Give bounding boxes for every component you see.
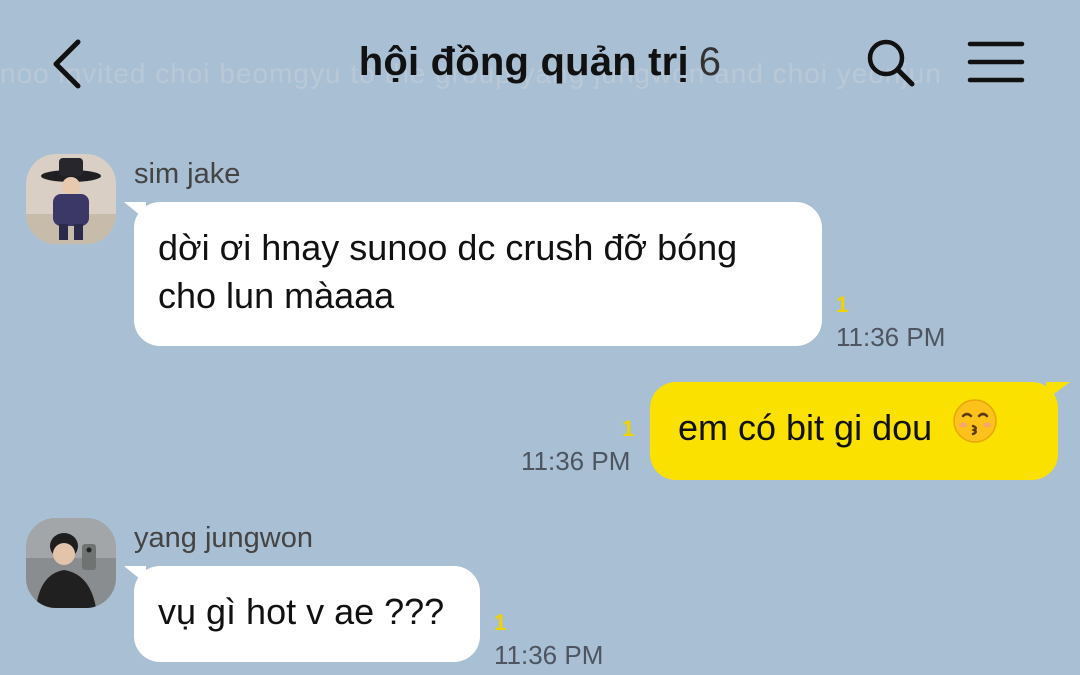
- menu-button[interactable]: [966, 38, 1026, 86]
- member-count: 6: [698, 40, 722, 84]
- avatar-photo: [26, 154, 116, 244]
- group-name: hội đồng quản trị: [358, 40, 689, 84]
- message-text: em có bit gi dou: [678, 407, 933, 448]
- message-time: 11:36 PM: [836, 322, 946, 352]
- avatar-photo: [26, 518, 116, 608]
- message-bubble-outgoing[interactable]: em có bit gi dou: [650, 382, 1070, 480]
- message-time: 11:36 PM: [521, 446, 631, 476]
- unread-count: 1: [622, 416, 635, 441]
- message-text-line: cho lun màaaa: [158, 275, 395, 316]
- sender-name: yang jungwon: [134, 522, 313, 554]
- message-text-line: dời ơi hnay sunoo dc crush đỡ bóng: [158, 227, 738, 268]
- message-bubble[interactable]: vụ gì hot v ae ???: [124, 566, 480, 662]
- avatar-sim-jake[interactable]: [26, 154, 116, 244]
- message-bubble[interactable]: dời ơi hnay sunoo dc crush đỡ bóng cho l…: [124, 202, 822, 346]
- unread-count: 1: [494, 610, 507, 635]
- sender-name: sim jake: [134, 158, 241, 190]
- unread-count: 1: [836, 292, 849, 317]
- kissing-face-icon: [952, 398, 998, 456]
- chat-header: noo invited choi beomgyu to the group ya…: [0, 0, 1080, 130]
- message-time: 11:36 PM: [494, 640, 604, 670]
- search-button[interactable]: [862, 34, 920, 92]
- search-icon: [867, 39, 915, 87]
- message-text: vụ gì hot v ae ???: [158, 591, 445, 632]
- hamburger-menu-icon: [967, 41, 1025, 83]
- avatar-yang-jungwon[interactable]: [26, 518, 116, 608]
